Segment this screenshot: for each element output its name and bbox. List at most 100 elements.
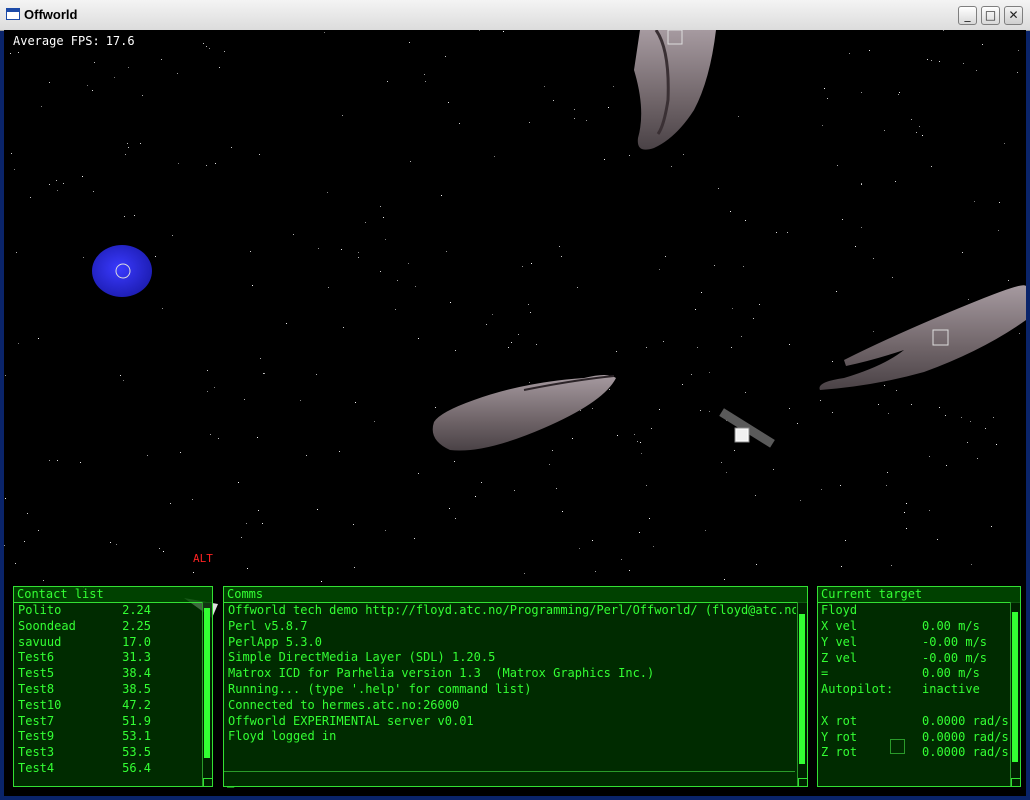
star [577, 287, 578, 288]
star [163, 551, 164, 552]
resize-grip[interactable] [1011, 778, 1020, 786]
contact-name[interactable]: savuud [18, 634, 61, 650]
comms-scroll-thumb[interactable] [799, 614, 805, 764]
game-viewport[interactable]: Average FPS: 17.6 ALT Contact list Polito… [4, 30, 1026, 796]
star [127, 143, 128, 144]
contact-list-scroll-thumb[interactable] [204, 608, 210, 758]
comms-input[interactable]: _ [224, 771, 795, 788]
star [553, 100, 554, 101]
star [410, 161, 411, 162]
station-right[interactable] [819, 285, 1027, 390]
star [659, 409, 660, 410]
contact-distance: 53.1 [122, 729, 151, 744]
contact-name[interactable]: Polito [18, 602, 61, 618]
contact-name[interactable]: Test5 [18, 665, 54, 681]
star [861, 184, 862, 185]
star [745, 220, 746, 221]
star [549, 464, 550, 465]
contact-name[interactable]: Test6 [18, 649, 54, 665]
contact-distance: 17.0 [122, 634, 151, 649]
contact-name[interactable]: Test3 [18, 744, 54, 760]
star [797, 423, 798, 424]
star [424, 74, 425, 75]
contact-name[interactable]: Test4 [18, 760, 54, 776]
star [968, 299, 969, 300]
star [659, 269, 660, 270]
star [317, 509, 318, 510]
minimize-button[interactable]: _ [958, 6, 977, 25]
star [849, 53, 850, 54]
star [16, 252, 17, 253]
star [397, 280, 398, 281]
star [595, 571, 596, 572]
star [820, 400, 821, 401]
asteroid-ship[interactable] [432, 375, 616, 451]
star [358, 252, 359, 253]
star [904, 512, 905, 513]
resize-grip[interactable] [203, 778, 212, 786]
close-button[interactable]: ✕ [1004, 6, 1023, 25]
star [358, 257, 359, 258]
star [970, 421, 971, 422]
star [395, 309, 396, 310]
contact-name[interactable]: Test8 [18, 681, 54, 697]
comms-line: Offworld tech demo http://floyd.atc.no/P… [228, 603, 796, 617]
satellite[interactable] [719, 408, 775, 448]
star [982, 44, 983, 45]
star [87, 85, 88, 86]
window-title: Offworld [24, 7, 78, 22]
target-field-value: inactive [922, 682, 980, 697]
target-field-label: Y vel [821, 634, 858, 649]
star [264, 373, 265, 374]
star [898, 94, 899, 95]
star [321, 581, 322, 582]
star [206, 165, 207, 166]
star [454, 461, 455, 462]
star [514, 490, 515, 491]
station-top[interactable] [634, 30, 716, 150]
contact-name[interactable]: Soondead [18, 618, 76, 634]
target-preview-box [890, 739, 905, 754]
contact-list-scrollbar[interactable] [202, 602, 212, 786]
target-field-label: X rot [821, 713, 858, 728]
star [824, 88, 825, 89]
planet[interactable] [92, 245, 152, 297]
maximize-button[interactable]: □ [981, 6, 1000, 25]
star [1008, 280, 1009, 281]
star [128, 147, 129, 148]
star [529, 122, 530, 123]
target-scroll-thumb[interactable] [1012, 612, 1018, 762]
star [892, 277, 893, 278]
star [206, 46, 207, 47]
star [241, 537, 242, 538]
star [886, 485, 887, 486]
star [629, 570, 630, 571]
contact-name[interactable]: Test7 [18, 713, 54, 729]
star [449, 508, 450, 509]
contact-name[interactable]: Test9 [18, 728, 54, 744]
star [873, 331, 874, 332]
star [837, 165, 838, 166]
resize-grip[interactable] [798, 778, 807, 786]
comms-scrollbar[interactable] [797, 602, 807, 786]
star [339, 451, 340, 452]
star [57, 190, 58, 191]
comms-input-value[interactable]: _ [227, 774, 234, 788]
star [5, 498, 6, 499]
star [214, 387, 215, 388]
star [120, 375, 121, 376]
fps-value: 17.6 [105, 34, 135, 48]
star [192, 499, 193, 500]
star [238, 482, 239, 483]
contact-name[interactable]: Test10 [18, 697, 61, 713]
star [891, 565, 892, 566]
star [49, 460, 50, 461]
title-bar[interactable]: Offworld _ □ ✕ [0, 0, 1030, 31]
star [755, 495, 756, 496]
app-icon [6, 8, 20, 20]
target-scrollbar[interactable] [1010, 602, 1020, 786]
star [531, 263, 532, 264]
star [300, 400, 301, 401]
star [961, 417, 962, 418]
star [836, 291, 837, 292]
